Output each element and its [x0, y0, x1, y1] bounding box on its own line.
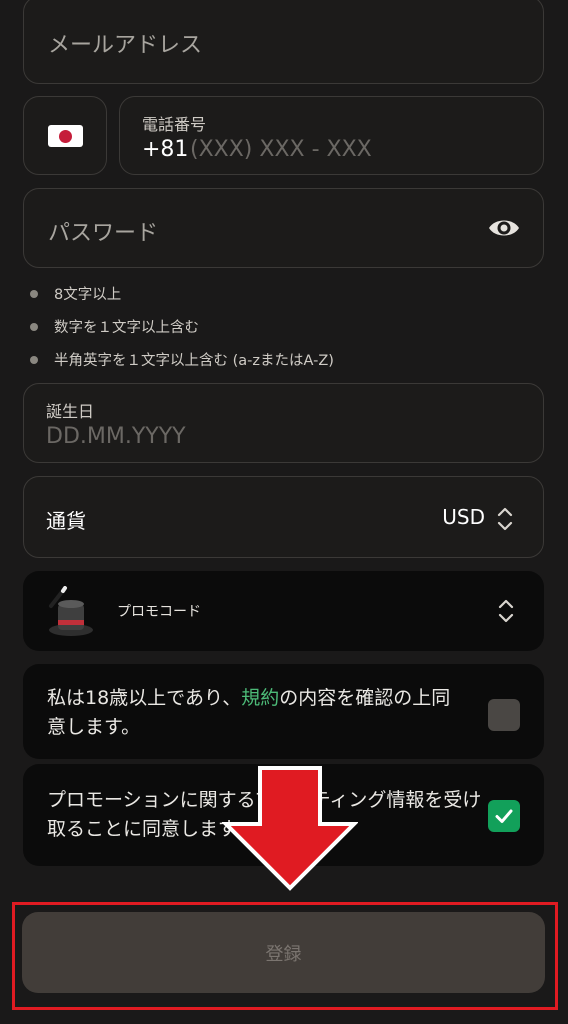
- terms-link[interactable]: 規約: [241, 687, 279, 709]
- password-rule-length: 8文字以上: [30, 283, 121, 304]
- eye-icon[interactable]: [487, 216, 521, 240]
- birthday-placeholder: DD.MM.YYYY: [46, 424, 186, 449]
- country-code-selector[interactable]: [23, 96, 107, 175]
- marketing-consent-checkbox[interactable]: [488, 800, 520, 832]
- chevron-up-down-icon: [498, 599, 514, 623]
- register-button[interactable]: 登録: [22, 912, 545, 993]
- birthday-label: 誕生日: [46, 402, 95, 421]
- birthday-field[interactable]: 誕生日 DD.MM.YYYY: [23, 383, 544, 463]
- phone-field[interactable]: 電話番号 +81 (XXX) XXX - XXX: [119, 96, 544, 175]
- phone-label: 電話番号: [142, 115, 207, 134]
- password-field[interactable]: パスワード: [23, 188, 544, 268]
- checkmark-icon: [495, 809, 513, 823]
- email-placeholder: メールアドレス: [48, 33, 203, 58]
- password-placeholder: パスワード: [48, 221, 159, 246]
- age-consent-row: 私は18歳以上であり、規約の内容を確認の上同意します。: [23, 664, 544, 759]
- currency-select[interactable]: 通貨 USD: [23, 476, 544, 558]
- currency-value: USD: [442, 505, 485, 529]
- age-consent-checkbox[interactable]: [488, 699, 520, 731]
- currency-label: 通貨: [46, 509, 86, 533]
- promo-code-toggle[interactable]: プロモコード: [23, 571, 544, 651]
- phone-prefix: +81: [142, 137, 189, 162]
- phone-placeholder: (XXX) XXX - XXX: [190, 137, 372, 162]
- email-field[interactable]: メールアドレス: [23, 0, 544, 84]
- promo-code-label: プロモコード: [117, 604, 201, 620]
- magic-hat-icon: [49, 586, 93, 636]
- down-arrow-annotation: [222, 766, 358, 891]
- password-rule-letter: 半角英字を１文字以上含む (a-zまたはA-Z): [30, 349, 334, 370]
- chevron-up-down-icon: [497, 507, 513, 531]
- japan-flag-icon: [48, 125, 83, 147]
- age-consent-text: 私は18歳以上であり、規約の内容を確認の上同意します。: [47, 687, 451, 738]
- password-rule-digit: 数字を１文字以上含む: [30, 316, 199, 337]
